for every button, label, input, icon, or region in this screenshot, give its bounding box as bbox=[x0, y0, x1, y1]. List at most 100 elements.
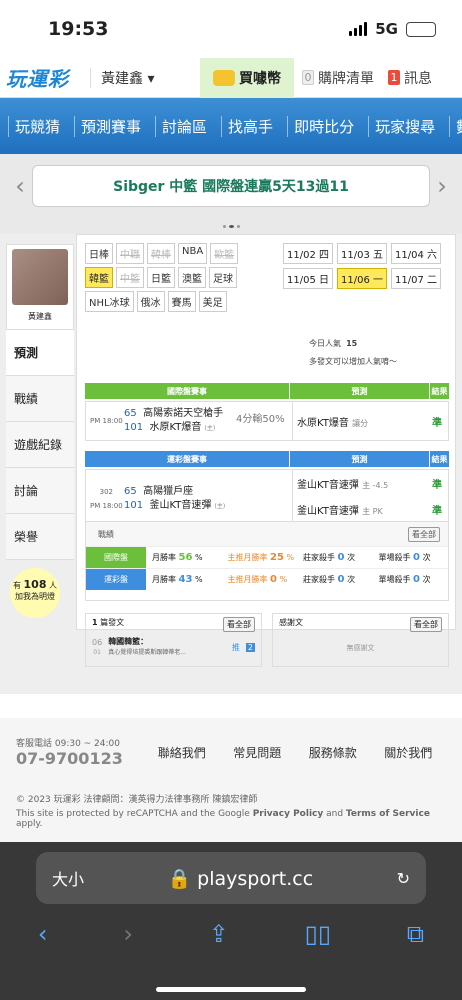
message-link[interactable]: 1 訊息 bbox=[374, 68, 432, 88]
league-tag[interactable]: 賽馬 bbox=[167, 291, 196, 312]
date-tab[interactable]: 11/05 日 bbox=[283, 268, 333, 289]
profile-card: 黃建鑫 bbox=[6, 244, 74, 330]
nav-item[interactable]: 討論區 bbox=[155, 115, 207, 137]
stats-label: 國際盤 bbox=[86, 547, 146, 568]
post-count: 2 bbox=[245, 643, 255, 652]
team-home: 釜山KT音速彈 bbox=[149, 499, 212, 511]
date-tab[interactable]: 11/06 一 bbox=[337, 268, 387, 289]
post-month: 01 bbox=[93, 649, 101, 656]
battery-icon bbox=[406, 21, 436, 37]
thanks-all-button[interactable]: 看全部 bbox=[410, 617, 442, 632]
site-logo[interactable]: 玩運彩 bbox=[0, 63, 90, 92]
profile-name: 黃建鑫 bbox=[28, 312, 52, 321]
footer-link-faq[interactable]: 常見問題 bbox=[220, 744, 296, 761]
side-item-predict[interactable]: 預測 bbox=[6, 330, 74, 376]
followers-prefix: 有 bbox=[12, 581, 21, 590]
forward-icon[interactable]: › bbox=[123, 920, 133, 948]
league-tag[interactable]: 澳籃 bbox=[178, 267, 206, 288]
league-tag[interactable]: NHL冰球 bbox=[85, 291, 134, 312]
stats-all-button[interactable]: 看全部 bbox=[408, 526, 440, 542]
browser-chrome: 大小 🔒 playsport.cc ↻ ‹ › ⇪ ▯▯ ⧉ bbox=[0, 842, 462, 1000]
league-tag[interactable]: 俄冰 bbox=[136, 291, 165, 312]
bookmarks-icon[interactable]: ▯▯ bbox=[305, 920, 331, 948]
chevron-right-icon[interactable]: › bbox=[430, 172, 454, 200]
followers-bulb[interactable]: 有 108 人 加我為明燈 bbox=[10, 568, 60, 618]
stat-unit: % bbox=[195, 575, 203, 584]
footer-link-contact[interactable]: 聯絡我們 bbox=[144, 744, 220, 761]
league-tag[interactable]: 美足 bbox=[198, 291, 227, 312]
nav-item[interactable]: 玩家搜尋 bbox=[368, 115, 435, 137]
service-info: 客服電話 09:30 ~ 24:00 07-9700123 bbox=[16, 736, 144, 768]
league-tag[interactable]: 日籃 bbox=[147, 267, 175, 288]
followers-count: 108 bbox=[23, 578, 47, 591]
main-nav: 玩競猜 預測賽事 討論區 找高手 即時比分 玩家搜尋 數據 bbox=[0, 98, 462, 154]
league-tag[interactable]: 韓籃 bbox=[85, 267, 113, 288]
league-tag[interactable]: 中籃 bbox=[116, 267, 144, 288]
pick-team: 水原KT爆音 bbox=[297, 417, 349, 429]
team-away: 高陽獵戶座 bbox=[143, 485, 194, 497]
address-bar[interactable]: 大小 🔒 playsport.cc ↻ bbox=[36, 852, 426, 904]
post-summary: 真心覺得培提裘斯跟韓蒂老... bbox=[108, 649, 186, 656]
footer-link-terms[interactable]: 服務條款 bbox=[295, 744, 371, 761]
nav-item[interactable]: 找高手 bbox=[221, 115, 273, 137]
league-tag[interactable]: 日棒 bbox=[85, 243, 113, 264]
post-item[interactable]: 06 01 韓國韓籃： 真心覺得培提裘斯跟韓蒂老... 推2 bbox=[86, 635, 261, 660]
league-tag[interactable]: NBA bbox=[178, 243, 208, 264]
home-tag: (主) bbox=[204, 424, 216, 432]
league-tag[interactable]: 歐籃 bbox=[210, 243, 239, 264]
side-item-record[interactable]: 戰績 bbox=[6, 376, 74, 422]
share-icon[interactable]: ⇪ bbox=[209, 920, 229, 948]
nav-item[interactable]: 即時比分 bbox=[287, 115, 354, 137]
nav-item[interactable]: 預測賽事 bbox=[74, 115, 141, 137]
nav-item[interactable]: 數據 bbox=[449, 115, 462, 137]
popularity: 今日人氣 15 多發文可以增加人氣唷～ bbox=[309, 335, 397, 371]
stat-unit: 次 bbox=[422, 553, 431, 562]
popularity-value: 15 bbox=[346, 339, 358, 348]
intl-pick: 水原KT爆音 讓分 bbox=[292, 402, 432, 440]
league-tag[interactable]: 足球 bbox=[209, 267, 237, 288]
user-menu[interactable]: 黃建鑫 ▾ bbox=[90, 67, 200, 88]
date-tab[interactable]: 11/07 二 bbox=[391, 268, 441, 289]
league-tag[interactable]: 中職 bbox=[116, 243, 144, 264]
home-indicator bbox=[156, 987, 306, 992]
posts-count: 1 bbox=[92, 618, 98, 627]
chevron-left-icon[interactable]: ‹ bbox=[8, 172, 32, 200]
footer: 客服電話 09:30 ~ 24:00 07-9700123 聯絡我們 常見問題 服… bbox=[0, 718, 462, 842]
banner-text[interactable]: Sibger 中籃 國際盤連贏5天13過11 bbox=[32, 165, 430, 207]
date-tab[interactable]: 11/04 六 bbox=[391, 243, 441, 264]
tabs-icon[interactable]: ⧉ bbox=[407, 920, 424, 948]
reload-icon[interactable]: ↻ bbox=[397, 869, 410, 888]
post-tag: 推 bbox=[231, 643, 240, 652]
side-item-discussion[interactable]: 討論 bbox=[6, 468, 74, 514]
posts-all-button[interactable]: 看全部 bbox=[223, 617, 255, 632]
lottery-header-pred: 預測 bbox=[289, 451, 429, 467]
date-tab[interactable]: 11/03 五 bbox=[337, 243, 387, 264]
service-phone[interactable]: 07-9700123 bbox=[16, 749, 123, 768]
sidebar: 黃建鑫 預測 戰績 遊戲紀錄 討論 榮譽 有 108 人 加我為明燈 bbox=[6, 244, 74, 618]
side-item-honor[interactable]: 榮譽 bbox=[6, 514, 74, 560]
carousel-dots bbox=[0, 218, 462, 234]
followers-sub: 加我為明燈 bbox=[15, 592, 55, 601]
message-label: 訊息 bbox=[404, 70, 432, 87]
league-tag[interactable]: 韓棒 bbox=[147, 243, 175, 264]
footer-link-about[interactable]: 關於我們 bbox=[371, 744, 447, 761]
user-name: 黃建鑫 bbox=[101, 70, 143, 87]
avatar[interactable] bbox=[12, 249, 68, 305]
intl-header-pred: 預測 bbox=[289, 383, 429, 399]
copyright: © 2023 玩運彩 法律顧問：漢英得力法律事務所 陳鎮宏律師 bbox=[16, 795, 258, 805]
side-item-game-log[interactable]: 遊戲紀錄 bbox=[6, 422, 74, 468]
team-away: 高陽索諾天空槍手 bbox=[143, 407, 224, 419]
buy-coin-button[interactable]: 買噱幣 bbox=[200, 57, 294, 98]
posts-area: 1 篇發文 看全部 06 01 韓國韓籃： 真心覺得培提裘斯跟韓蒂老... 推2 感謝… bbox=[85, 613, 449, 667]
terms-link[interactable]: Terms of Service bbox=[346, 809, 430, 819]
lottery-header-result: 結果 bbox=[429, 451, 449, 467]
cart-link[interactable]: 0 購牌清單 bbox=[294, 68, 374, 88]
result: 準 bbox=[432, 480, 442, 491]
back-icon[interactable]: ‹ bbox=[38, 920, 48, 948]
text-size-button[interactable]: 大小 bbox=[52, 866, 84, 890]
nav-item[interactable]: 玩競猜 bbox=[8, 115, 60, 137]
privacy-policy-link[interactable]: Privacy Policy bbox=[253, 809, 324, 819]
date-tab[interactable]: 11/02 四 bbox=[283, 243, 333, 264]
buy-coin-label: 買噱幣 bbox=[239, 70, 281, 87]
stat-name: 單場殺手 bbox=[378, 575, 411, 584]
